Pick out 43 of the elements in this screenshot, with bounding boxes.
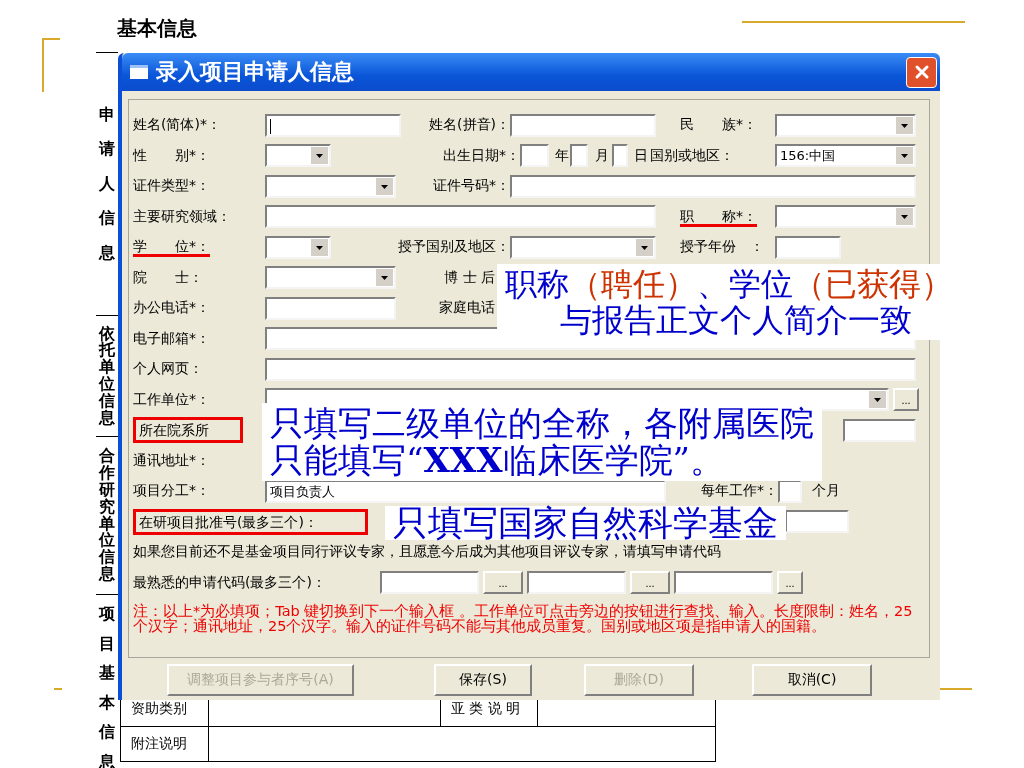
annotation-text: 只能填写“XXX临床医学院”。 [270,442,724,479]
field-label: 民 族*： [679,116,758,135]
annotation-text: 只填写国家自然科学基金 [393,506,778,540]
unit-label: 年 [553,146,570,165]
field-label: 姓名(拼音)： [428,116,510,135]
field-label: 办公电话*： [133,299,211,318]
section-heading: 基本信息 [117,16,197,40]
field-label: 最熟悉的申请代码(最多三个)： [133,573,327,592]
field-label: 性 别*： [133,146,211,165]
note-text: 注：以上*为必填项；Tab 键切换到下一个输入框 。工作单位可点击旁边的按钮进行查找、输入。长度限制：姓名，25个汉字；通讯地址，25个汉字。输入的证件号码不能与其他成员重复。国别或地区项是指申请人的国籍。 [133,604,914,634]
field-label: 出生日期*： [442,146,520,165]
annotation-text: 职称（聘任）、学位（已获得） [505,266,953,302]
field-label: 国别或地区： [650,146,735,165]
window-title: 录入项目申请人信息 [156,58,355,86]
annotation-text: 只填写二级单位的全称，各附属医院 [270,405,814,442]
unit-label: 日 [633,146,649,165]
section-label: 申请人信息 [99,104,115,264]
field-label: 学 位*： [133,238,211,257]
field-label: 博 士 后 [443,268,495,287]
field-label: 家庭电话 [438,299,495,318]
field-label: 每年工作*： [700,482,778,501]
field-label: 所在院系所 [133,417,243,444]
field-label: 证件号码*： [432,177,510,196]
field-label: 电子邮箱*： [133,329,211,348]
field-label: 通讯地址*： [133,451,211,470]
field-label: 院 士： [133,268,204,287]
field-label: 工作单位*： [133,390,211,409]
section-label: 合作研究单位信息 [99,448,115,583]
instruction-text: 如果您目前还不是基金项目同行评议专家，且愿意今后成为其他项目评议专家，请填写申请代码 [133,543,722,562]
field-label: 在研项目批准号(最多三个)： [133,508,368,535]
unit-label: 月 [594,146,610,165]
field-label: 项目分工*： [133,482,211,501]
field-label: 证件类型*： [133,177,211,196]
table-cell: 附注说明 [121,727,209,761]
unit-label: 个月 [811,482,841,501]
annotation-text: 与报告正文个人简介一致 [559,302,912,338]
section-label: 依托单位信息 [99,325,115,427]
field-label: 个人网页： [133,360,204,379]
field-label: 姓名(简体)*： [133,116,222,135]
field-label: 授予年份 ： [679,238,765,257]
field-label: 主要研究领域： [133,207,232,226]
field-label: 职 称*： [679,207,758,226]
field-label: 授予国别及地区： [397,238,510,257]
